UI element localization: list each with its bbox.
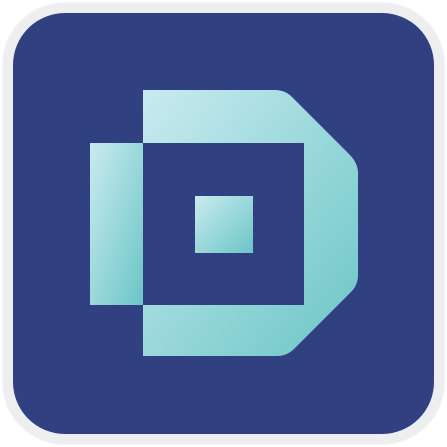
logo-center-square: [195, 196, 253, 253]
screen: [0, 0, 447, 447]
app-icon[interactable]: [3, 3, 444, 444]
logo-left-block: [90, 143, 143, 305]
d-monogram-logo-icon: [90, 90, 358, 356]
app-icon-background: [13, 13, 434, 434]
